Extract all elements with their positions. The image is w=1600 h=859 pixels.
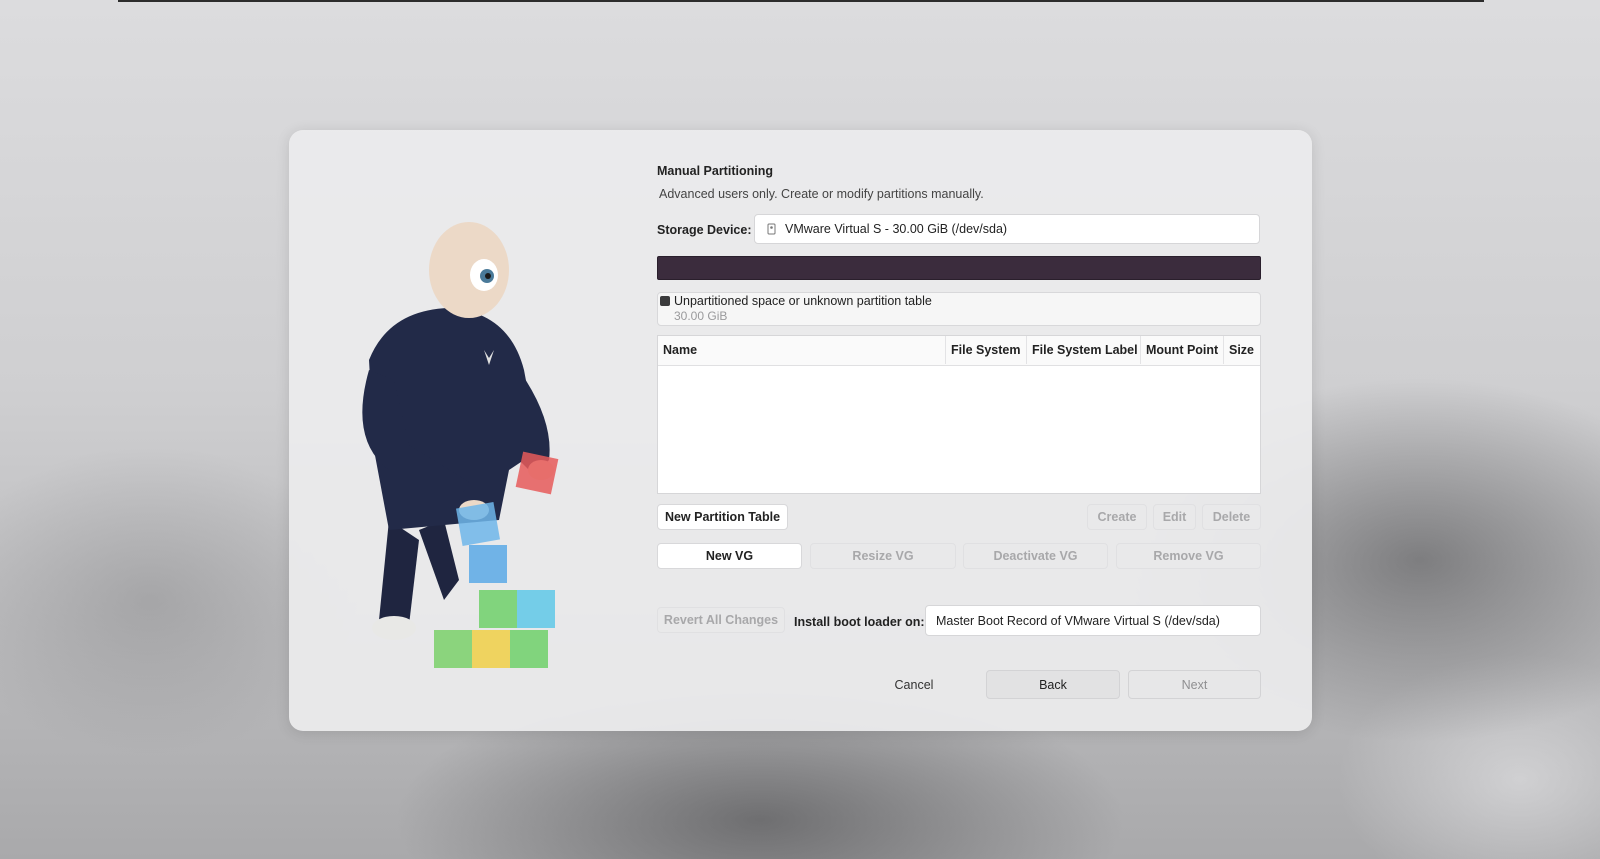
deactivate-vg-button[interactable]: Deactivate VG — [963, 543, 1108, 569]
storage-device-label: Storage Device: — [657, 223, 752, 237]
boot-loader-label: Install boot loader on: — [794, 615, 925, 629]
create-button[interactable]: Create — [1087, 504, 1147, 530]
column-header-file-system-label[interactable]: File System Label — [1027, 336, 1141, 364]
legend-label: Unpartitioned space or unknown partition… — [674, 294, 932, 308]
resize-vg-button[interactable]: Resize VG — [810, 543, 956, 569]
legend-size: 30.00 GiB — [674, 309, 728, 323]
delete-button[interactable]: Delete — [1202, 504, 1261, 530]
page-subtitle: Advanced users only. Create or modify pa… — [659, 187, 984, 201]
column-header-name[interactable]: Name — [658, 336, 946, 364]
top-border — [118, 0, 1484, 2]
storage-device-value: VMware Virtual S - 30.00 GiB (/dev/sda) — [785, 222, 1008, 236]
next-button[interactable]: Next — [1128, 670, 1261, 699]
cancel-button[interactable]: Cancel — [886, 670, 942, 699]
new-partition-table-button[interactable]: New Partition Table — [657, 504, 788, 530]
remove-vg-button[interactable]: Remove VG — [1116, 543, 1261, 569]
legend-swatch — [660, 296, 670, 306]
disk-icon — [767, 223, 776, 235]
partition-table[interactable]: Name File System File System Label Mount… — [657, 335, 1261, 494]
table-header: Name File System File System Label Mount… — [658, 336, 1260, 366]
partition-legend: Unpartitioned space or unknown partition… — [657, 292, 1261, 326]
column-header-file-system[interactable]: File System — [946, 336, 1027, 364]
mascot-illustration — [362, 222, 559, 668]
edit-button[interactable]: Edit — [1153, 504, 1196, 530]
boot-loader-select[interactable]: Master Boot Record of VMware Virtual S (… — [925, 605, 1261, 636]
revert-all-changes-button[interactable]: Revert All Changes — [657, 607, 785, 633]
column-header-size[interactable]: Size — [1224, 336, 1261, 364]
back-button[interactable]: Back — [986, 670, 1120, 699]
new-vg-button[interactable]: New VG — [657, 543, 802, 569]
installer-dialog: Manual Partitioning Advanced users only.… — [289, 130, 1312, 731]
column-header-mount-point[interactable]: Mount Point — [1141, 336, 1224, 364]
storage-device-select[interactable]: VMware Virtual S - 30.00 GiB (/dev/sda) — [754, 214, 1260, 244]
partition-bar[interactable] — [657, 256, 1261, 280]
page-title: Manual Partitioning — [657, 164, 773, 178]
